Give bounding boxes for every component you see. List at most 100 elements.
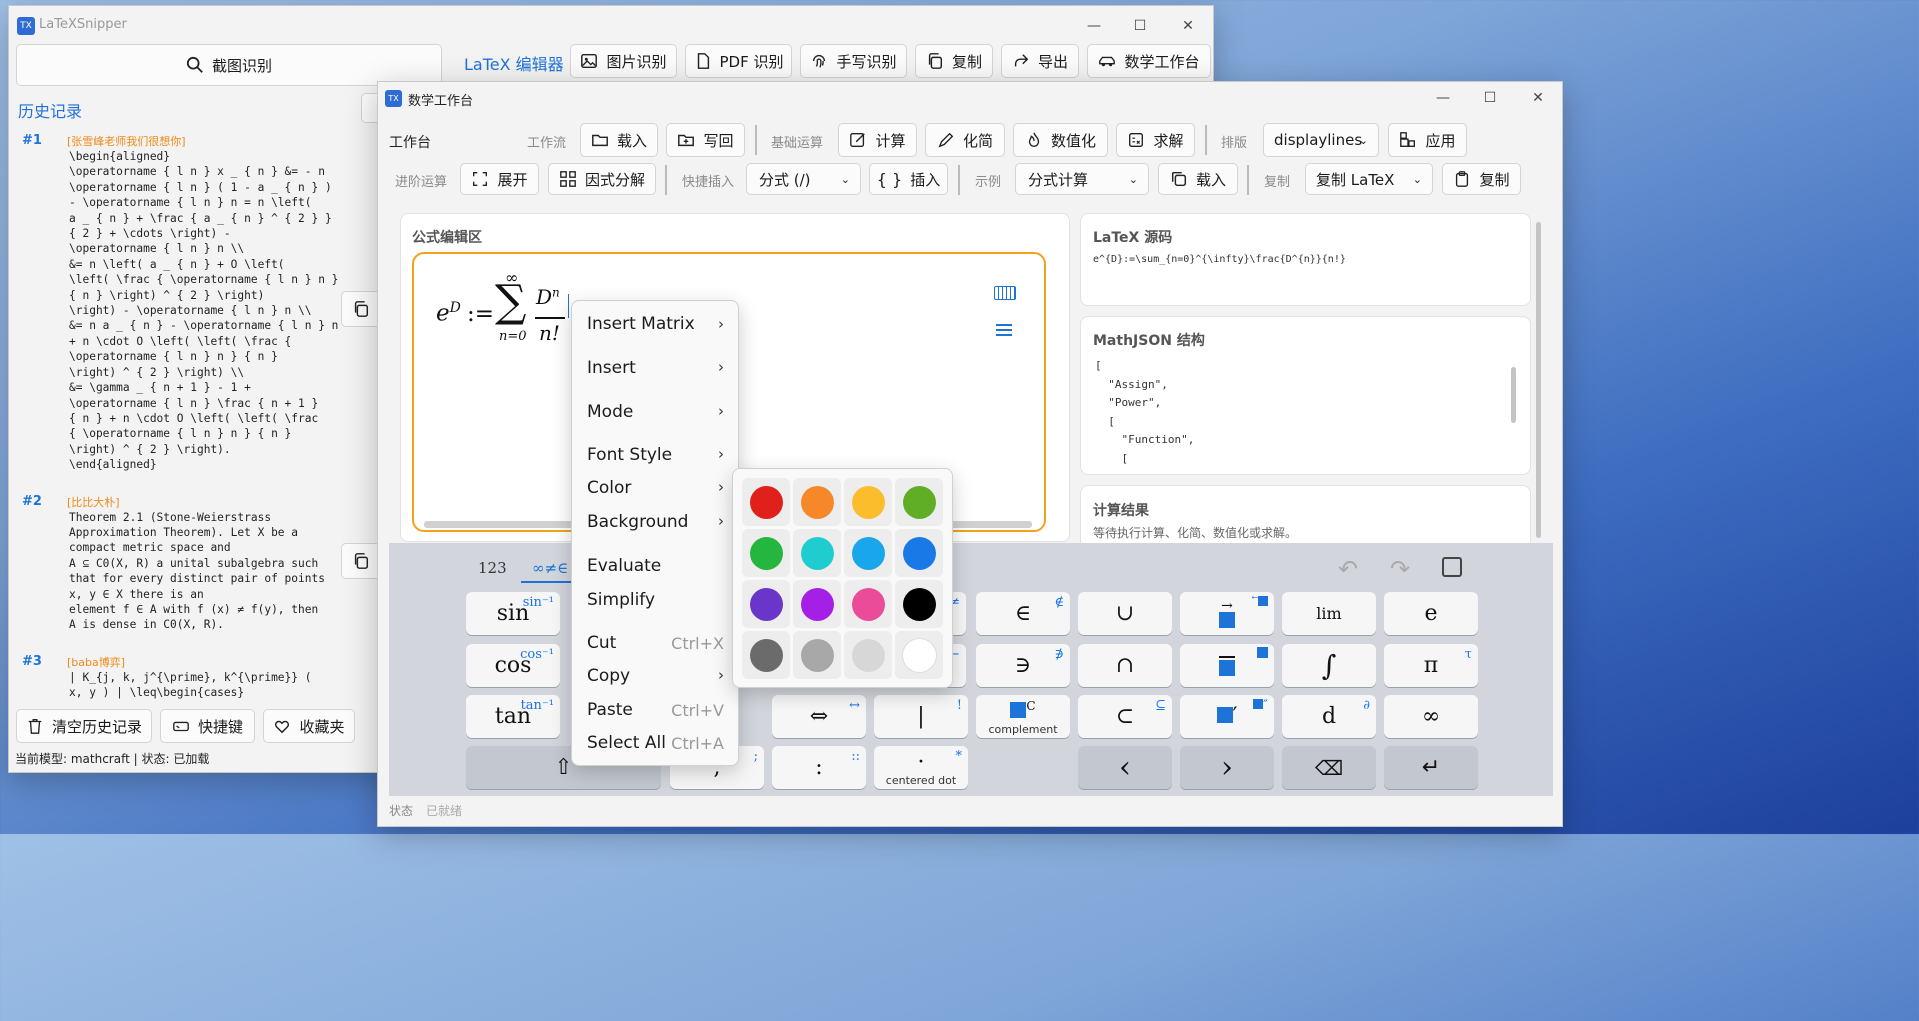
- color-swatch[interactable]: [793, 631, 841, 679]
- numeric-button[interactable]: 数值化: [1013, 123, 1108, 157]
- key-enter[interactable]: ↵: [1384, 746, 1478, 789]
- history-copy-button-2[interactable]: [341, 543, 381, 579]
- color-swatch[interactable]: [895, 478, 943, 526]
- undo-icon[interactable]: ↶: [1338, 555, 1358, 583]
- menu-color[interactable]: Color: [587, 478, 631, 498]
- key-subset[interactable]: ⊂ ⊆: [1078, 695, 1172, 738]
- insert-button[interactable]: { } 插入: [869, 163, 948, 195]
- clear-history-button[interactable]: 清空历史记录: [16, 709, 152, 743]
- kbd-tab-123[interactable]: 123: [478, 559, 507, 577]
- key-pi[interactable]: πτ: [1384, 644, 1478, 687]
- menu-insert-matrix[interactable]: Insert Matrix: [587, 314, 695, 334]
- key-iff[interactable]: ⇔ ↔: [772, 695, 866, 738]
- maximize-button[interactable]: ☐: [1467, 82, 1513, 114]
- close-button[interactable]: ✕: [1515, 82, 1561, 114]
- solve-button[interactable]: 求解: [1116, 123, 1195, 157]
- editor-link[interactable]: LaTeX 编辑器: [464, 51, 564, 75]
- toolbar-math-workbench[interactable]: 数学工作台: [1087, 44, 1211, 78]
- menu-simplify[interactable]: Simplify: [587, 590, 655, 610]
- load-button[interactable]: 载入: [580, 123, 658, 157]
- key-intersection[interactable]: ∩: [1078, 644, 1172, 687]
- key-e[interactable]: e: [1384, 592, 1478, 635]
- key-in[interactable]: ∈ ∉: [976, 592, 1070, 635]
- key-tan[interactable]: tan tan⁻¹: [466, 695, 560, 738]
- menu-font-style[interactable]: Font Style: [587, 445, 672, 465]
- toolbar-export[interactable]: 导出: [1001, 44, 1079, 78]
- key-vector[interactable]: →⃖: [1180, 592, 1274, 635]
- toolbar-pdf-ocr[interactable]: PDF 识别: [685, 44, 792, 78]
- key-left-arrow[interactable]: ‹: [1078, 746, 1172, 789]
- color-swatch[interactable]: [793, 529, 841, 577]
- color-swatch[interactable]: [844, 478, 892, 526]
- key-backspace[interactable]: ⌫: [1282, 746, 1376, 789]
- menu-copy[interactable]: Copy: [587, 666, 630, 686]
- key-sin[interactable]: sin sin⁻¹: [466, 592, 560, 635]
- menu-background[interactable]: Background: [587, 512, 688, 532]
- color-swatch[interactable]: [742, 631, 790, 679]
- mathjson-scrollbar[interactable]: [1511, 367, 1516, 423]
- menu-evaluate[interactable]: Evaluate: [587, 556, 661, 576]
- color-swatch[interactable]: [742, 529, 790, 577]
- color-swatch[interactable]: [895, 580, 943, 628]
- color-swatch[interactable]: [844, 631, 892, 679]
- color-swatch[interactable]: [742, 478, 790, 526]
- expand-button[interactable]: 展开: [460, 163, 539, 195]
- menu-mode[interactable]: Mode: [587, 402, 633, 422]
- history-item[interactable]: #3 [baba博弈] | K_{j, k, j^{\prime}, k^{\pr…: [17, 649, 377, 700]
- key-union[interactable]: ∪: [1078, 592, 1172, 635]
- redo-icon[interactable]: ↷: [1390, 555, 1410, 583]
- example-load-button[interactable]: 载入: [1158, 163, 1238, 195]
- key-integral[interactable]: ∫: [1282, 644, 1376, 687]
- minimize-button[interactable]: —: [1420, 82, 1466, 114]
- key-ni[interactable]: ∋ ∌: [976, 644, 1070, 687]
- toolbar-copy[interactable]: 复制: [915, 44, 993, 78]
- insert-select[interactable]: 分式 (/) ⌄: [746, 163, 861, 195]
- key-prime[interactable]: ′ ″: [1180, 695, 1274, 738]
- close-button[interactable]: ✕: [1165, 6, 1211, 46]
- color-swatch[interactable]: [844, 529, 892, 577]
- mathjson-text[interactable]: [ "Assign", "Power", [ "Function", [: [1095, 357, 1194, 468]
- key-d[interactable]: d ∂: [1282, 695, 1376, 738]
- color-swatch[interactable]: [793, 580, 841, 628]
- right-panel-scrollbar[interactable]: [1536, 222, 1541, 538]
- key-infinity[interactable]: ∞: [1384, 695, 1478, 738]
- color-swatch[interactable]: [895, 631, 943, 679]
- menu-paste[interactable]: Paste: [587, 700, 633, 720]
- history-list[interactable]: #1 [张雪峰老师我们很想你] \begin{aligned} \operatorn…: [17, 128, 377, 700]
- toolbar-image-ocr[interactable]: 图片识别: [570, 44, 677, 78]
- key-abs[interactable]: |!: [874, 695, 968, 738]
- menu-insert[interactable]: Insert: [587, 358, 636, 378]
- keyboard-toggle-icon[interactable]: [994, 286, 1016, 300]
- capture-button[interactable]: 截图识别: [16, 44, 442, 86]
- key-lim[interactable]: lim: [1282, 592, 1376, 635]
- menu-select-all[interactable]: Select All: [587, 733, 666, 753]
- key-right-arrow[interactable]: ›: [1180, 746, 1274, 789]
- key-colon[interactable]: :::: [772, 746, 866, 789]
- toolbar-handwriting[interactable]: 手写识别: [800, 44, 907, 78]
- history-item[interactable]: #1 [张雪峰老师我们很想你] \begin{aligned} \operatorn…: [17, 128, 377, 473]
- writeback-button[interactable]: 写回: [666, 123, 745, 157]
- color-swatch[interactable]: [895, 529, 943, 577]
- menu-icon[interactable]: [996, 324, 1012, 336]
- color-swatch[interactable]: [742, 580, 790, 628]
- key-complement[interactable]: Ccomplement: [976, 695, 1070, 738]
- history-copy-button-1[interactable]: [341, 291, 381, 327]
- paste-icon[interactable]: [1442, 557, 1462, 577]
- factor-button[interactable]: 因式分解: [548, 163, 656, 195]
- latex-source-text[interactable]: e^{D}:=\sum_{n=0}^{\infty}\frac{D^{n}}{n…: [1093, 254, 1346, 265]
- kbd-tab-symbols[interactable]: ∞≠∈: [532, 559, 568, 577]
- menu-cut[interactable]: Cut: [587, 633, 616, 653]
- color-swatch[interactable]: [844, 580, 892, 628]
- layout-select[interactable]: displaylines ⌄: [1263, 123, 1379, 157]
- key-cdot[interactable]: · * centered dot: [874, 746, 968, 789]
- apply-button[interactable]: 应用: [1388, 123, 1467, 157]
- key-overline[interactable]: [1180, 644, 1274, 687]
- key-cos[interactable]: cos cos⁻¹: [466, 644, 560, 687]
- minimize-button[interactable]: —: [1071, 6, 1117, 46]
- history-item[interactable]: #2 [比比大朴] Theorem 2.1 (Stone-Weierstrass A…: [17, 489, 377, 633]
- compute-button[interactable]: 计算: [838, 123, 917, 157]
- simplify-button[interactable]: 化简: [925, 123, 1005, 157]
- copy-format-select[interactable]: 复制 LaTeX ⌄: [1305, 163, 1433, 195]
- example-select[interactable]: 分式计算 ⌄: [1015, 163, 1149, 195]
- favorites-button[interactable]: 收藏夹: [263, 709, 355, 743]
